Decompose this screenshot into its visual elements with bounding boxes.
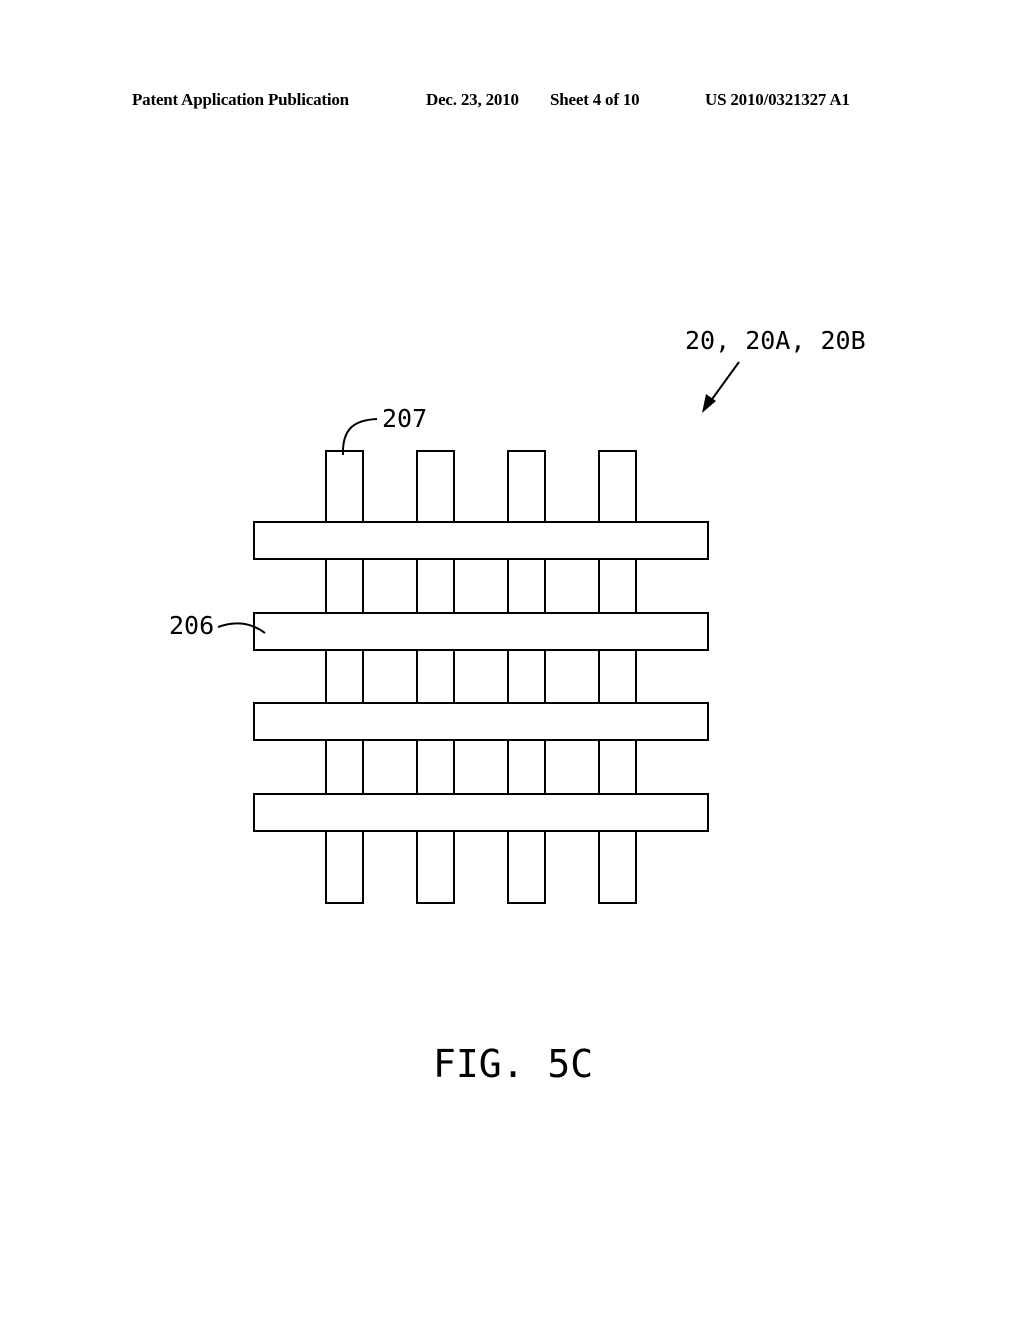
vertical-strip-label: 207 [382,404,427,433]
patent-figure: 20, 20A, 20B 207 206 FIG. 5C [169,326,866,1086]
horizontal-strip [253,521,709,560]
horizontal-strip [253,612,709,651]
assembly-label: 20, 20A, 20B [685,326,866,355]
vertical-strip [325,450,364,904]
horizontal-strip-label: 206 [169,611,214,640]
horizontal-strips [253,521,709,832]
vertical-strips [325,450,637,904]
figure-caption: FIG. 5C [433,1042,593,1086]
vertical-strip-leader-line [341,418,378,456]
horizontal-strip [253,702,709,741]
assembly-arrow-icon [702,361,740,413]
horizontal-strip [253,793,709,832]
vertical-strip [416,450,455,904]
vertical-strip [507,450,546,904]
vertical-strip [598,450,637,904]
